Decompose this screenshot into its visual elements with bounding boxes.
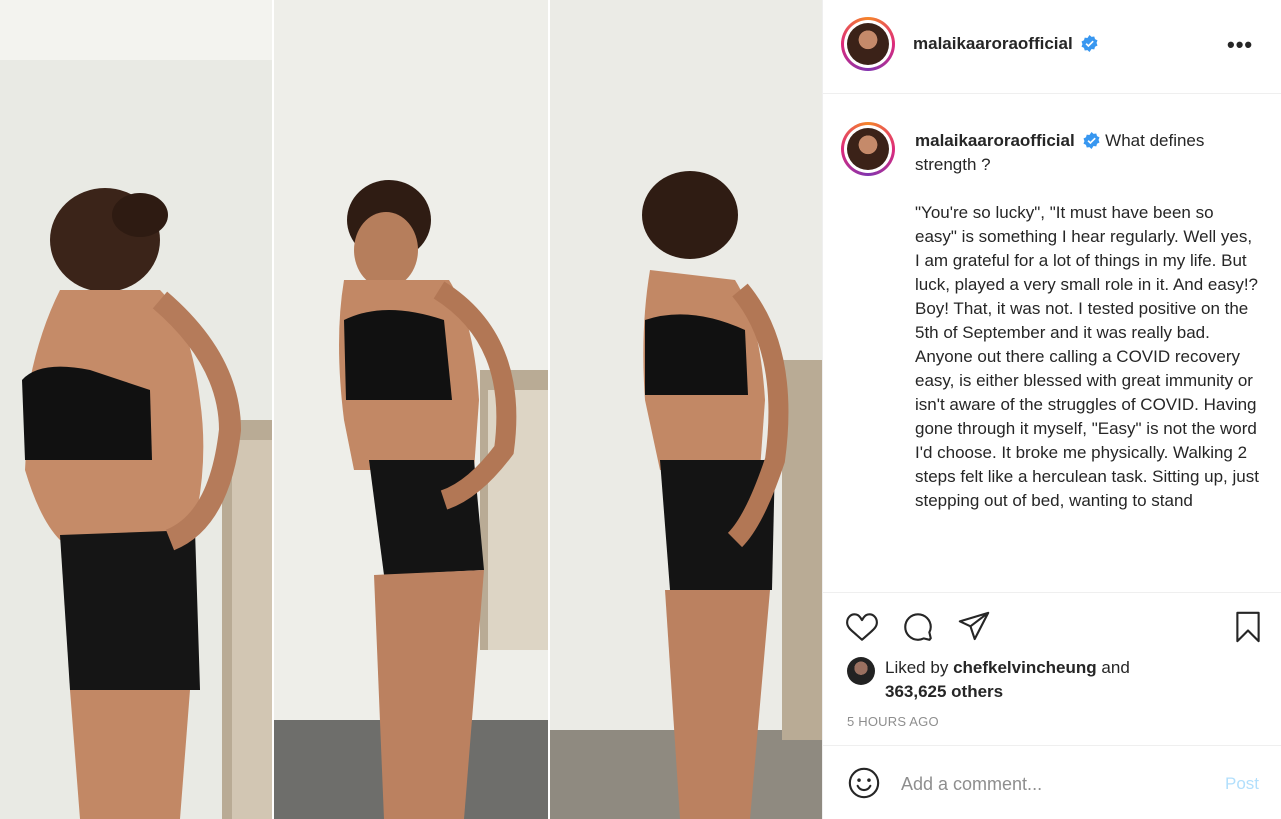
post-comment-button[interactable]: Post <box>1225 774 1259 794</box>
caption-body: "You're so lucky", "It must have been so… <box>915 203 1259 510</box>
share-icon[interactable] <box>957 610 991 644</box>
post-media[interactable] <box>0 0 822 819</box>
comment-input[interactable] <box>901 768 1201 800</box>
photo-panel-2 <box>274 0 548 819</box>
caption-avatar[interactable] <box>841 122 895 176</box>
liker-avatar[interactable] <box>847 657 875 685</box>
bookmark-icon[interactable] <box>1231 610 1265 644</box>
likes-joiner: and <box>1101 658 1130 677</box>
liker-username[interactable]: chefkelvincheung <box>953 658 1097 677</box>
more-options-button[interactable]: ••• <box>1227 32 1253 58</box>
likes-count[interactable]: 363,625 others <box>885 682 1003 701</box>
emoji-icon[interactable] <box>847 766 881 800</box>
post-timestamp[interactable]: 5 HOURS AGO <box>847 714 939 729</box>
likes-prefix: Liked by <box>885 658 949 677</box>
avatar[interactable] <box>841 17 895 71</box>
caption-username[interactable]: malaikaaroraofficial <box>915 131 1075 150</box>
username-link[interactable]: malaikaaroraofficial <box>913 34 1098 54</box>
username-text[interactable]: malaikaaroraofficial <box>913 34 1073 53</box>
post-header: malaikaaroraofficial ••• <box>823 0 1281 94</box>
comment-bar: Post <box>823 745 1281 819</box>
verified-badge-icon <box>1081 35 1098 52</box>
caption: malaikaaroraofficial What defines streng… <box>915 129 1260 513</box>
photo-panel-3 <box>550 0 822 819</box>
likes-text: Liked by chefkelvincheung and 363,625 ot… <box>885 656 1130 704</box>
action-bar <box>823 594 1281 654</box>
photo-panel-1 <box>0 0 272 819</box>
post-sidebar: malaikaaroraofficial ••• malaikaaroraoff… <box>822 0 1281 819</box>
heart-icon[interactable] <box>845 610 879 644</box>
comment-icon[interactable] <box>901 610 935 644</box>
verified-badge-icon <box>1083 132 1100 149</box>
caption-section: malaikaaroraofficial What defines streng… <box>823 95 1281 593</box>
